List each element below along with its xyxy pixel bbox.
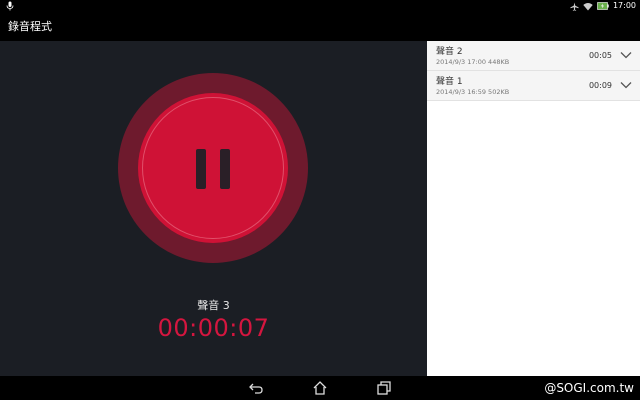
recorder-panel: 聲音 3 00:00:07 (0, 41, 427, 376)
navigation-bar: @SOGI.com.tw (0, 376, 640, 400)
recording-timer: 00:00:07 (157, 314, 270, 342)
microphone-icon (6, 1, 14, 11)
list-item[interactable]: 聲音 2 2014/9/3 17:00 448KB 00:05 (427, 41, 640, 71)
airplane-icon (570, 1, 579, 11)
chevron-down-icon[interactable] (620, 50, 632, 60)
recent-apps-icon[interactable] (376, 380, 392, 396)
battery-icon (597, 2, 609, 10)
status-bar: 17:00 (0, 0, 640, 12)
recording-name: 聲音 1 (436, 77, 463, 87)
list-item[interactable]: 聲音 1 2014/9/3 16:59 502KB 00:09 (427, 71, 640, 101)
recording-meta: 2014/9/3 16:59 502KB (436, 88, 510, 96)
pause-icon (220, 149, 230, 189)
app-title: 錄音程式 (8, 20, 52, 33)
recording-name: 聲音 2 (436, 47, 463, 57)
recording-duration: 00:05 (588, 51, 612, 60)
status-time: 17:00 (612, 1, 636, 10)
wifi-icon (583, 2, 593, 10)
watermark: @SOGI.com.tw (544, 381, 634, 395)
home-icon[interactable] (312, 380, 328, 396)
recording-duration: 00:09 (588, 81, 612, 90)
chevron-down-icon[interactable] (620, 80, 632, 90)
recordings-list: 聲音 2 2014/9/3 17:00 448KB 00:05 聲音 1 201… (427, 41, 640, 376)
back-icon[interactable] (248, 380, 264, 396)
current-recording-name: 聲音 3 (197, 299, 230, 312)
recording-meta: 2014/9/3 17:00 448KB (436, 58, 510, 66)
pause-button[interactable] (196, 149, 230, 189)
pause-icon (196, 149, 206, 189)
action-bar: 錄音程式 (0, 12, 640, 41)
